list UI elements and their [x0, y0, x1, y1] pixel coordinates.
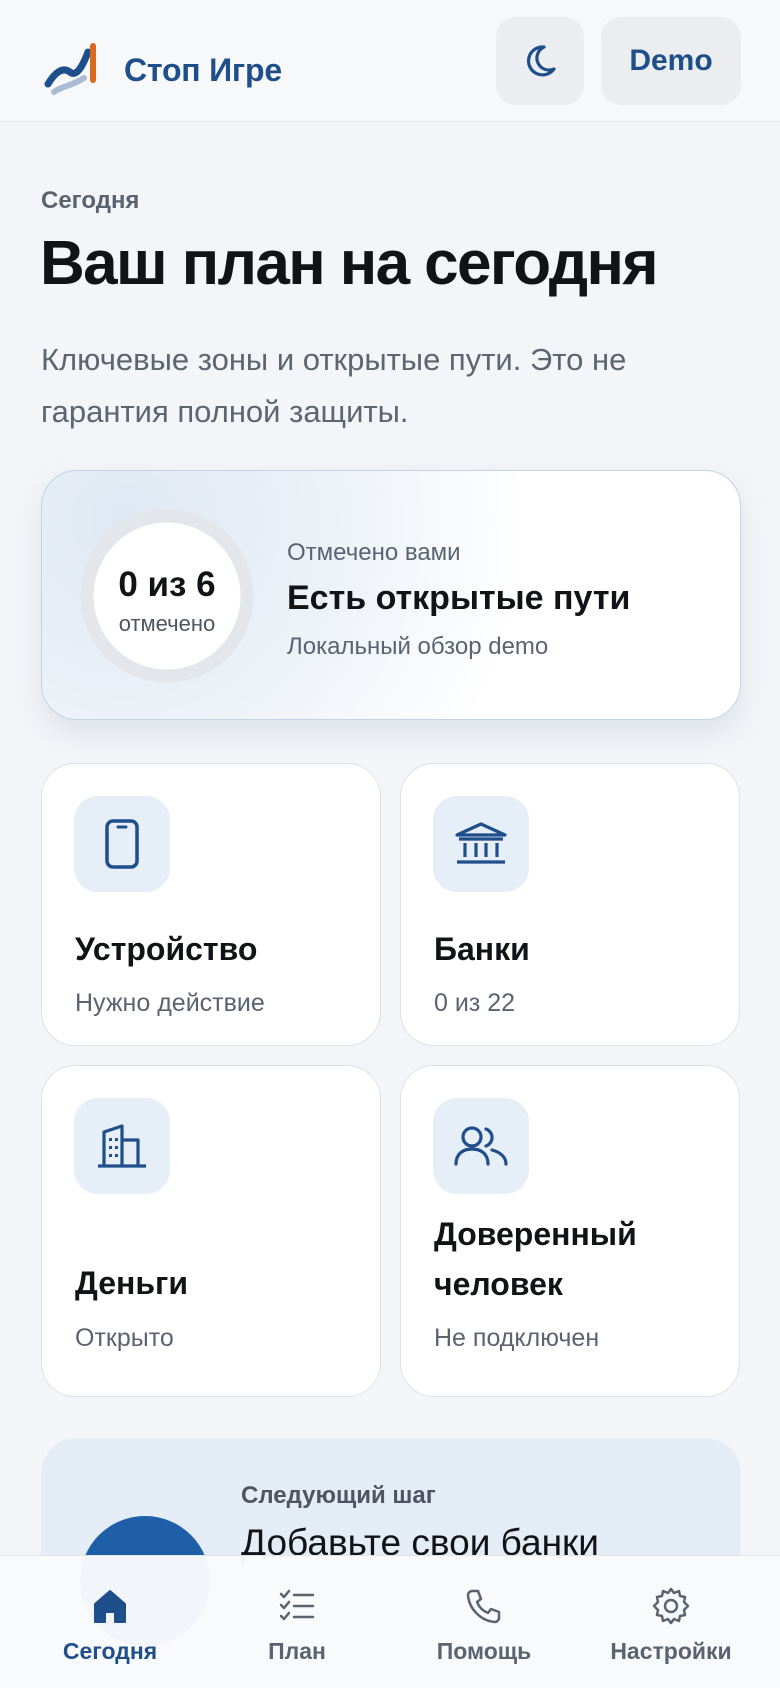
tile-trusted-person[interactable]: Доверенный человек Не подключен: [400, 1065, 740, 1397]
next-step-label: Следующий шаг: [241, 1482, 436, 1509]
tile-title: Доверенный человек: [434, 1216, 637, 1302]
buildings-icon: [74, 1098, 170, 1194]
bank-icon: [433, 796, 529, 892]
logo-icon: [44, 43, 96, 95]
tile-title: Устройство: [75, 931, 258, 967]
tile-subtitle: Открыто: [75, 1324, 174, 1352]
brand[interactable]: Стоп Игре: [44, 42, 282, 98]
progress-card[interactable]: 0 из 6 отмечено Отмечено вами Есть откры…: [41, 470, 741, 720]
section-eyebrow: Сегодня: [41, 187, 140, 214]
nav-item-plan[interactable]: План: [252, 1556, 342, 1688]
nav-item-settings[interactable]: Настройки: [600, 1556, 742, 1688]
tile-money[interactable]: Деньги Открыто: [41, 1065, 381, 1397]
nav-label: Сегодня: [62, 1638, 158, 1664]
nav-label: План: [268, 1638, 326, 1664]
brand-name: Стоп Игре: [124, 51, 282, 88]
page-title: Ваш план на сегодня: [40, 229, 659, 298]
tile-subtitle: Не подключен: [434, 1324, 600, 1352]
theme-toggle-button[interactable]: [496, 17, 584, 105]
tile-subtitle: Нужно действие: [75, 989, 265, 1017]
phone-icon: [74, 796, 170, 892]
app-header: Стоп Игре Demo: [0, 0, 780, 122]
tile-subtitle: 0 из 22: [434, 989, 516, 1017]
nav-item-help[interactable]: Помощь: [426, 1556, 542, 1688]
demo-button[interactable]: Demo: [601, 17, 741, 105]
bottom-nav: Сегодня План Помощь Настройки: [0, 1555, 780, 1688]
moon-icon: [527, 45, 556, 77]
checklist-icon: [279, 1589, 315, 1621]
nav-label: Помощь: [436, 1638, 532, 1664]
nav-item-today[interactable]: Сегодня: [55, 1556, 165, 1688]
tile-banks[interactable]: Банки 0 из 22: [400, 763, 740, 1046]
page-subtitle: Ключевые зоны и открытые пути. Это не га…: [41, 342, 627, 429]
progress-label: Отмечено вами: [287, 539, 461, 566]
nav-label: Настройки: [610, 1638, 732, 1664]
gear-icon: [652, 1587, 690, 1625]
progress-status: Есть открытые пути: [287, 579, 631, 617]
phone-call-icon: [466, 1589, 501, 1624]
progress-note: Локальный обзор demo: [287, 633, 549, 660]
tile-device[interactable]: Устройство Нужно действие: [41, 763, 381, 1046]
progress-caption: отмечено: [118, 611, 216, 636]
home-icon: [94, 1590, 126, 1623]
tile-title: Деньги: [75, 1265, 188, 1301]
people-icon: [433, 1098, 529, 1194]
tile-title: Банки: [434, 931, 530, 967]
progress-value: 0 из 6: [118, 565, 216, 604]
